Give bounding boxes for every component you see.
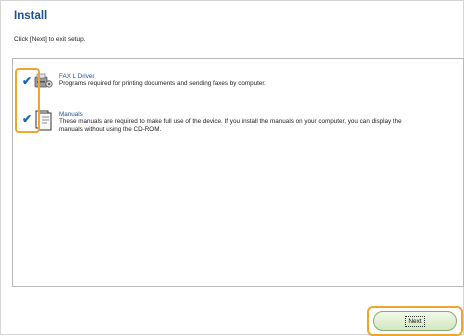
item-desc-manuals-line2: manuals without using the CD-ROM. [59,126,162,133]
item-name-fax-driver: FAX L Driver [59,73,95,80]
item-desc-fax-driver: Programs required for printing documents… [59,80,266,87]
instruction-text: Click [Next] to exit setup. [14,36,86,43]
item-name-manuals: Manuals [59,111,83,118]
page-title: Install [14,10,48,22]
checkbox-highlight [15,68,40,133]
next-button[interactable]: Next [373,311,457,331]
installer-window: Install Click [Next] to exit setup. ✔ FA… [0,0,464,336]
next-button-label: Next [405,315,425,327]
component-list [12,58,464,287]
